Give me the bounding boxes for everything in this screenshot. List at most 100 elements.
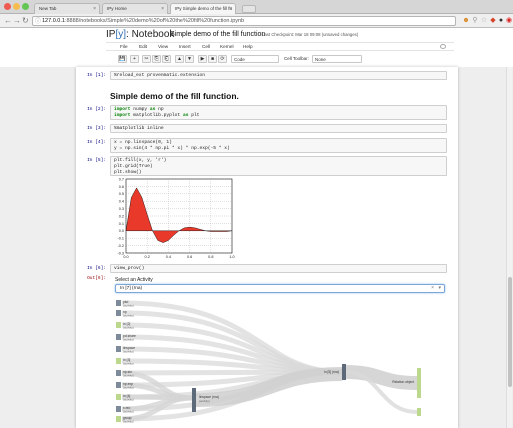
ipython-logo[interactable]: IP[y]: Notebook	[106, 29, 174, 40]
cell-type-select[interactable]: Code	[231, 55, 279, 63]
input-prompt: In [5]:	[87, 158, 106, 163]
insert-cell-button[interactable]: +	[130, 55, 139, 63]
copy-cell-button[interactable]: ⎘	[152, 55, 161, 63]
restart-button[interactable]: ⟳	[218, 55, 227, 63]
interrupt-button[interactable]: ■	[208, 55, 217, 63]
close-window-icon[interactable]	[4, 3, 11, 10]
sankey-node	[116, 300, 121, 306]
celltoolbar-select[interactable]: None	[312, 55, 362, 63]
page-info-icon: ⓘ	[35, 19, 42, 25]
y-tick-label: 0.7	[119, 177, 124, 181]
code-keyword: import	[114, 107, 131, 112]
code-cell[interactable]: view_prov()	[110, 264, 447, 273]
notebook-toolbar: 💾 + ✂ ⎘ ⎗ ▲ ▼ ▶ ■ ⟳ Code Cell Toolbar: N…	[106, 54, 454, 66]
menu-insert[interactable]: Insert	[179, 44, 191, 49]
y-tick-label: 0.5	[119, 192, 124, 196]
reload-icon[interactable]: ↻	[22, 16, 29, 26]
code-text: matplotlib.pyplot	[130, 113, 183, 118]
logo-suffix: : Notebook	[126, 29, 175, 40]
move-up-button[interactable]: ▲	[175, 55, 184, 63]
input-prompt: In [6]:	[87, 266, 106, 271]
save-button[interactable]: 💾	[118, 55, 127, 63]
sankey-node	[342, 364, 346, 380]
menu-help[interactable]: Help	[243, 44, 253, 49]
menu-kernel[interactable]: Kernel	[220, 44, 234, 49]
code-line: x = np.linspace(0, 1)	[114, 140, 172, 145]
code-line: %reload_ext provenmatic.extension	[114, 73, 205, 78]
y-tick-label: -0.2	[117, 244, 124, 248]
x-tick-label: 0.6	[187, 255, 192, 259]
extension-icon[interactable]: ●	[497, 17, 505, 25]
code-keyword: import	[114, 113, 131, 118]
sankey-node-sublabel: (activity)	[123, 398, 134, 402]
x-tick-label: 1.0	[229, 255, 234, 259]
back-arrow-icon[interactable]: ←	[4, 16, 12, 26]
address-bar[interactable]: ⓘ 127.0.0.1:8888/notebooks/Simple%20demo…	[32, 16, 456, 26]
input-prompt: In [4]:	[87, 140, 106, 145]
code-line: plt.show()	[114, 170, 142, 175]
y-tick-label: 0.2	[119, 214, 124, 218]
sankey-node	[417, 368, 421, 398]
tab-label: New Tab	[39, 6, 57, 11]
input-prompt: In [2]:	[87, 107, 106, 112]
code-line: %matplotlib inline	[114, 126, 164, 131]
zoom-window-icon[interactable]	[22, 3, 29, 10]
menu-edit[interactable]: Edit	[139, 44, 147, 49]
cut-cell-button[interactable]: ✂	[142, 55, 151, 63]
code-cell[interactable]: import numpy as np import matplotlib.pyp…	[110, 105, 447, 120]
provenance-sankey[interactable]: pkd(activity)np(activity)In [2](activity…	[110, 296, 447, 426]
menu-cell[interactable]: Cell	[202, 44, 210, 49]
sankey-node-label: In [5] (rna)	[324, 370, 339, 374]
markdown-heading[interactable]: Simple demo of the fill function.	[110, 91, 239, 101]
code-cell[interactable]: plt.fill(x, y, 'r') plt.grid(True) plt.s…	[110, 156, 447, 176]
code-line: view_prov()	[114, 266, 145, 271]
sankey-node	[116, 416, 121, 422]
new-tab-button[interactable]	[242, 5, 256, 13]
run-cell-button[interactable]: ▶	[198, 55, 207, 63]
browser-tab-ipy-home[interactable]: IPy Home ×	[102, 3, 168, 14]
activity-select[interactable]: In [7] (rna) × ▾	[115, 284, 445, 293]
bookmark-star-icon[interactable]: ☆	[480, 17, 488, 25]
input-prompt: In [1]:	[87, 73, 106, 78]
kernel-status-icon	[440, 44, 446, 49]
sankey-node	[116, 406, 121, 412]
sankey-node-sublabel: (activity)	[123, 420, 134, 424]
extension-icon[interactable]: ☻	[462, 17, 470, 25]
sankey-node	[116, 346, 121, 352]
x-tick-label: 0.0	[123, 255, 128, 259]
sankey-node	[116, 358, 121, 364]
browser-tab-new-tab[interactable]: New Tab ×	[34, 3, 100, 14]
close-tab-icon[interactable]: ×	[93, 6, 96, 12]
paste-cell-button[interactable]: ⎗	[162, 55, 171, 63]
sankey-node	[417, 408, 421, 416]
scrollbar-thumb[interactable]	[508, 277, 512, 387]
output-prompt: Out[6]:	[87, 276, 106, 281]
code-cell[interactable]: %matplotlib inline	[110, 124, 447, 133]
code-cell[interactable]: x = np.linspace(0, 1) y = np.sin(4 * np.…	[110, 138, 447, 153]
clear-selection-icon[interactable]: ×	[431, 285, 434, 292]
page-scrollbar[interactable]	[506, 67, 512, 428]
tab-label: IPy Home	[107, 6, 127, 11]
browser-tab-notebook[interactable]: IPy Simple demo of the fill fu ×	[170, 3, 236, 14]
code-text: plt	[188, 113, 200, 118]
tab-label: IPy Simple demo of the fill fu	[175, 6, 233, 11]
sankey-node-sublabel: (activity)	[123, 338, 134, 342]
notebook-header: IP[y]: Notebook Simple demo of the fill …	[0, 28, 513, 41]
code-cell[interactable]: %reload_ext provenmatic.extension	[110, 71, 447, 80]
extension-icon[interactable]: ◉	[505, 17, 513, 25]
y-tick-label: 0.1	[119, 222, 124, 226]
sankey-node	[116, 382, 121, 388]
menu-file[interactable]: File	[120, 44, 128, 49]
extension-icon[interactable]: ◆	[489, 17, 497, 25]
chevron-down-icon[interactable]: ▾	[438, 285, 441, 292]
forward-arrow-icon[interactable]: →	[13, 16, 21, 26]
move-down-button[interactable]: ▼	[185, 55, 194, 63]
close-tab-icon[interactable]: ×	[161, 6, 164, 12]
close-tab-icon[interactable]: ×	[229, 6, 232, 12]
zoom-icon[interactable]: ⚲	[471, 17, 479, 25]
code-line: y = np.sin(4 * np.pi * x) * np.exp(-5 * …	[114, 146, 230, 151]
sankey-node-sublabel: (activity)	[123, 362, 134, 366]
notebook-name[interactable]: Simple demo of the fill function	[170, 31, 265, 38]
menu-view[interactable]: View	[158, 44, 168, 49]
minimize-window-icon[interactable]	[13, 3, 20, 10]
